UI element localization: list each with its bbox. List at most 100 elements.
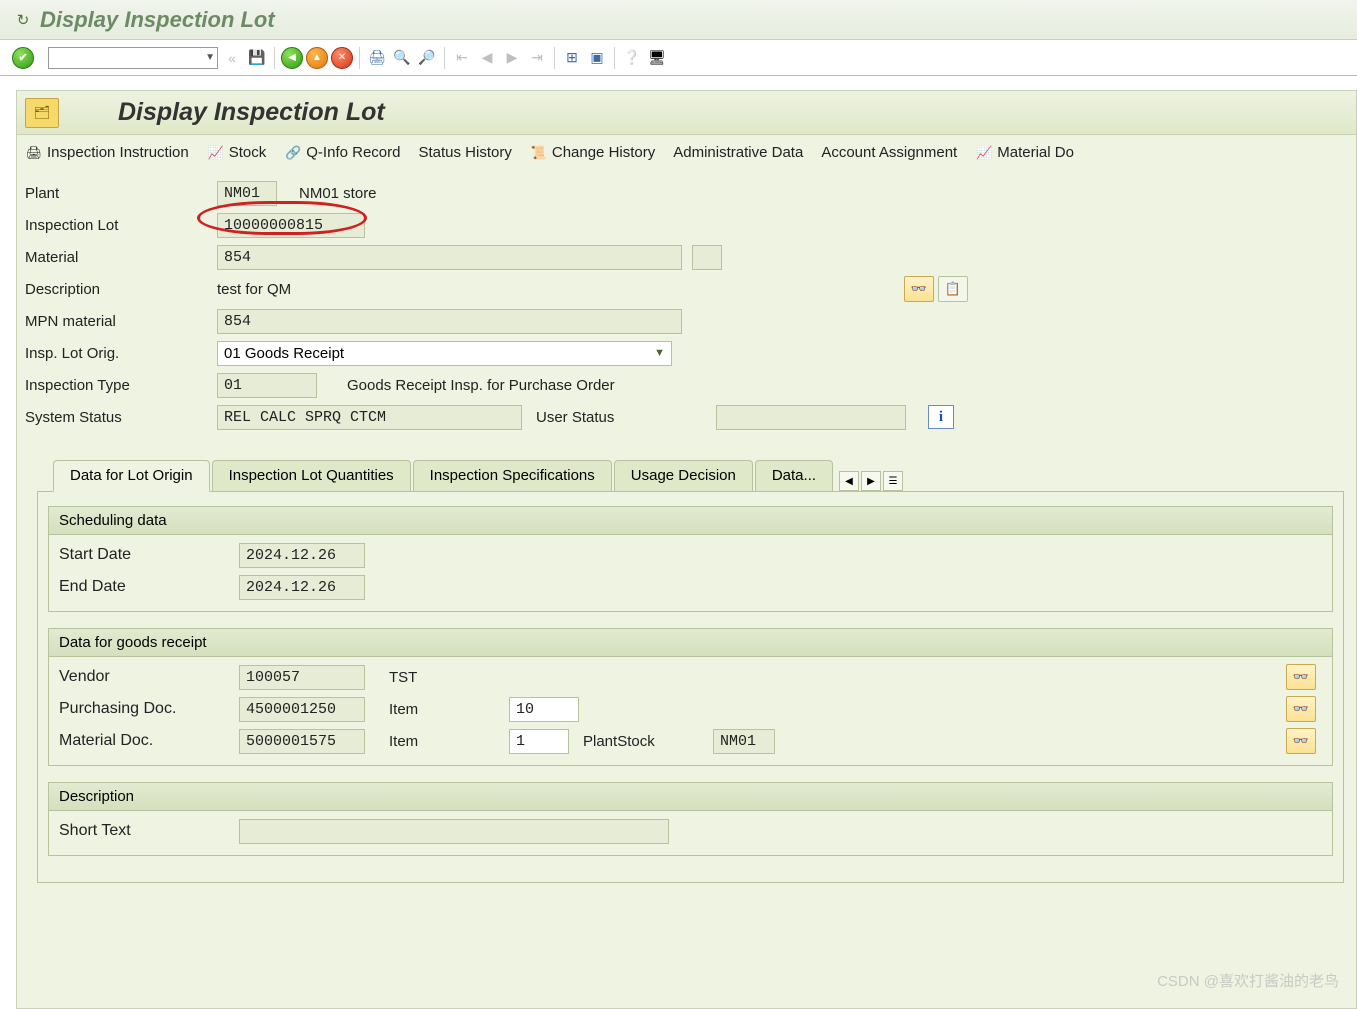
start-field[interactable]: 2024.12.26 [239,543,365,568]
action-toolbar: 🖨Inspection Instruction 📈Stock 🔗Q-Info R… [17,135,1356,171]
separator [614,47,615,69]
tab-lot-origin[interactable]: Data for Lot Origin [53,460,210,492]
material-field[interactable]: 854 [217,245,682,270]
new-session-icon[interactable]: ⊞ [561,47,583,69]
plant-field[interactable]: NM01 [217,181,277,206]
nav-back-icon[interactable]: ◀ [281,47,303,69]
app-icon[interactable]: 🗂 [25,98,59,128]
label: Material Do [997,144,1074,161]
separator [274,47,275,69]
label: Inspection Instruction [47,144,189,161]
plant-desc: NM01 store [299,185,377,202]
print-icon[interactable]: 🖨 [366,47,388,69]
mdoc-field[interactable]: 5000001575 [239,729,365,754]
vendor-glasses-button[interactable]: 👓 [1286,664,1316,690]
act-qinfo[interactable]: 🔗Q-Info Record [284,144,400,162]
ok-button[interactable]: ✔ [12,47,34,69]
scroll-icon: 📜 [530,144,548,162]
tab-pane-lot-origin: Scheduling data Start Date 2024.12.26 En… [37,491,1344,883]
watermark: CSDN @喜欢打酱油的老鸟 [1157,970,1339,991]
act-admin-data[interactable]: Administrative Data [673,144,803,161]
pitem-field[interactable]: 10 [509,697,579,722]
chart-icon: 📈 [975,144,993,162]
chevron-down-icon: ▼ [205,52,215,63]
next-page-icon: ▶ [501,47,523,69]
tab-usage-dec[interactable]: Usage Decision [614,460,753,491]
group-goods-receipt: Data for goods receipt Vendor 100057 TST… [48,628,1333,766]
app-title: Display Inspection Lot [118,98,385,127]
local-layout-icon[interactable]: 🖥 [646,47,668,69]
group-title: Description [49,783,1332,811]
plant-label: Plant [25,185,217,202]
back-button[interactable]: « [221,47,243,69]
header-form: Plant NM01 NM01 store Inspection Lot 100… [17,171,1356,439]
orig-label: Insp. Lot Orig. [25,345,217,362]
save-icon: 💾 [246,47,268,69]
act-acct-assign[interactable]: Account Assignment [821,144,957,161]
group-description: Description Short Text [48,782,1333,856]
short-label: Short Text [59,822,239,840]
lot-field[interactable]: 10000000815 [217,213,365,238]
act-insp-instr[interactable]: 🖨Inspection Instruction [25,144,189,162]
find-icon: 🔍 [391,47,413,69]
userstat-field[interactable] [716,405,906,430]
mitem-label: Item [389,733,509,750]
tab-lot-qty[interactable]: Inspection Lot Quantities [212,460,411,491]
end-field[interactable]: 2024.12.26 [239,575,365,600]
prev-page-icon: ◀ [476,47,498,69]
tab-list-button[interactable]: ☰ [883,471,903,491]
chevron-down-icon: ▼ [654,347,665,359]
start-label: Start Date [59,546,239,564]
group-title: Scheduling data [49,507,1332,535]
tab-scroll-left[interactable]: ◀ [839,471,859,491]
nav-up-icon[interactable]: ▲ [306,47,328,69]
help-icon[interactable]: ❔ [621,47,643,69]
itype-desc: Goods Receipt Insp. for Purchase Order [347,377,615,394]
userstat-label: User Status [536,409,716,426]
pdoc-field[interactable]: 4500001250 [239,697,365,722]
tab-scroll-right[interactable]: ▶ [861,471,881,491]
tab-data-more[interactable]: Data... [755,460,833,491]
orig-dropdown[interactable]: 01 Goods Receipt ▼ [217,341,672,366]
pitem-label: Item [389,701,509,718]
pdoc-glasses-button[interactable]: 👓 [1286,696,1316,722]
info-button[interactable]: i [928,405,954,429]
chart-icon: 📈 [207,144,225,162]
label: Status History [418,144,511,161]
mdoc-glasses-button[interactable]: 👓 [1286,728,1316,754]
mdoc-label: Material Doc. [59,732,239,750]
link-icon: 🔗 [284,144,302,162]
command-field[interactable]: ▼ [48,47,218,69]
act-change-hist[interactable]: 📜Change History [530,144,655,162]
layout-icon[interactable]: ▣ [586,47,608,69]
mpn-field[interactable]: 854 [217,309,682,334]
separator [444,47,445,69]
reload-icon[interactable]: ↻ [14,11,32,29]
label: Change History [552,144,655,161]
desc-value: test for QM [217,281,291,298]
printer-icon: 🖨 [25,144,43,162]
glasses-button[interactable]: 👓 [904,276,934,302]
itype-field[interactable]: 01 [217,373,317,398]
nav-cancel-icon[interactable]: ✕ [331,47,353,69]
copy-button[interactable]: 📋 [938,276,968,302]
material-help[interactable] [692,245,722,270]
sysstat-field[interactable]: REL CALC SPRQ CTCM [217,405,522,430]
separator [554,47,555,69]
vendor-field[interactable]: 100057 [239,665,365,690]
mpn-label: MPN material [25,313,217,330]
end-label: End Date [59,578,239,596]
plantstock-label: PlantStock [583,733,713,750]
material-label: Material [25,249,217,266]
act-stock[interactable]: 📈Stock [207,144,267,162]
vendor-label: Vendor [59,668,239,686]
mitem-field[interactable]: 1 [509,729,569,754]
tab-insp-spec[interactable]: Inspection Specifications [413,460,612,491]
orig-value: 01 Goods Receipt [224,345,344,362]
short-field[interactable] [239,819,669,844]
plantstock-field[interactable]: NM01 [713,729,775,754]
act-status-hist[interactable]: Status History [418,144,511,161]
tab-strip: Data for Lot Origin Inspection Lot Quant… [17,457,1356,491]
label: Q-Info Record [306,144,400,161]
act-material-doc[interactable]: 📈Material Do [975,144,1074,162]
